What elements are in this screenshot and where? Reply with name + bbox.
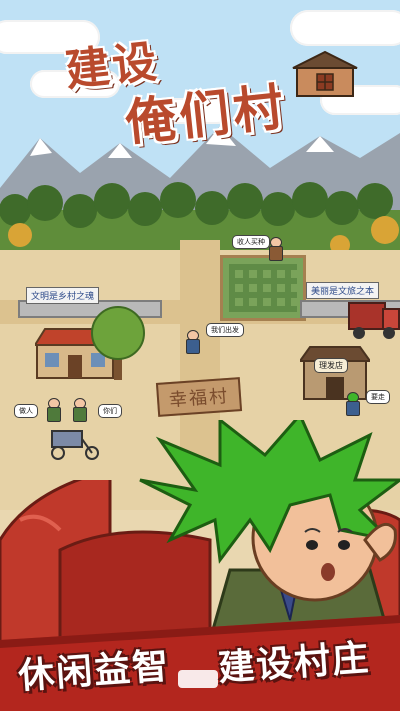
- banner-text-right: 建设村庄: [216, 637, 372, 690]
- villager[interactable]: [268, 237, 283, 261]
- field-rows: [229, 264, 297, 312]
- speech-bubble: 要走: [366, 390, 390, 404]
- hero-character[interactable]: [100, 420, 400, 640]
- house-icon: [292, 50, 358, 97]
- tree: [91, 306, 145, 380]
- crop-field[interactable]: [220, 255, 306, 321]
- barber-shop-sign: 理发店: [314, 358, 348, 373]
- banner-smudge: [178, 670, 218, 688]
- banner-text-left: 休闲益智: [16, 645, 172, 698]
- speech-bubble: 收人买种: [232, 235, 270, 249]
- speech-bubble: 你们: [98, 404, 122, 418]
- village-name-plaque: 幸福村: [155, 377, 243, 417]
- speech-bubble: 我们出发: [206, 323, 244, 337]
- game-title: 建设 俺们村: [55, 20, 358, 152]
- villager[interactable]: [46, 398, 61, 422]
- villager[interactable]: [72, 398, 87, 422]
- villager[interactable]: [345, 392, 360, 416]
- villager[interactable]: [185, 330, 200, 354]
- red-truck[interactable]: [345, 295, 400, 340]
- speech-bubble: 做人: [14, 404, 38, 418]
- tricycle[interactable]: [48, 425, 103, 460]
- slogan-sign-left: 文明是乡村之魂: [26, 287, 100, 304]
- game-promo-screen: 文明是乡村之魂 美丽是文旅之本 理发店 收人买种 我们出发 做人 你们 要走 幸…: [0, 0, 400, 711]
